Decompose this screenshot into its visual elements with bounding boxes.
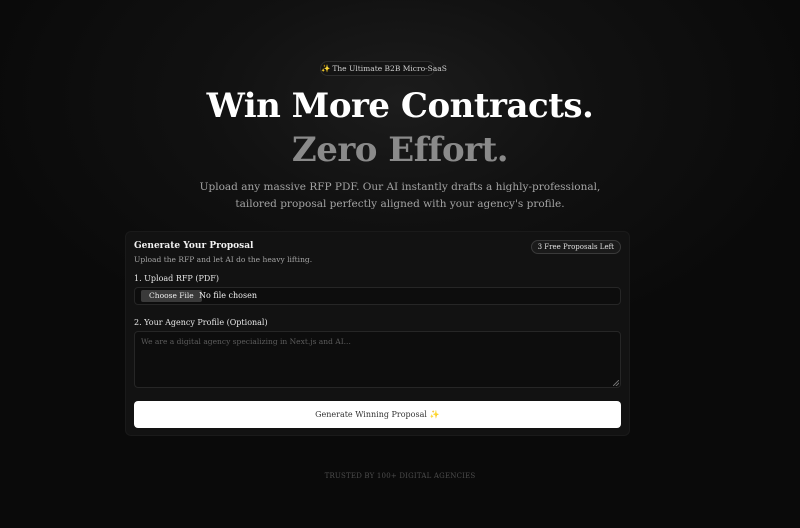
hero-title: Win More Contracts. [206,86,594,126]
card-title: Generate Your Proposal [134,241,254,251]
hero-description: Upload any massive RFP PDF. Our AI insta… [199,181,601,210]
agency-profile-label: 2. Your Agency Profile (Optional) [134,318,268,327]
proposal-card: Generate Your Proposal Upload the RFP an… [125,231,630,436]
card-description: Upload the RFP and let AI do the heavy l… [134,255,313,264]
generate-proposal-button[interactable]: Generate Winning Proposal ✨ [134,401,621,428]
free-proposals-badge: 3 Free Proposals Left [530,240,621,254]
generate-button-label: Generate Winning Proposal [315,410,427,419]
sparkles-icon: ✨ [429,410,440,419]
sparkles-icon: ✨ [321,64,331,73]
trusted-by-text: TRUSTED BY 100+ DIGITAL AGENCIES [324,472,476,480]
landing-page: ✨ The Ultimate B2B Micro-SaaS Win More Co… [0,0,800,528]
hero-subtitle: Zero Effort. [291,130,509,170]
agency-profile-textarea[interactable]: We are a digital agency specializing in … [134,331,621,388]
resize-handle-icon[interactable] [613,380,619,386]
hero-badge: ✨ The Ultimate B2B Micro-SaaS [320,61,447,76]
choose-file-button[interactable]: Choose File [141,290,202,302]
badge-text: The Ultimate B2B Micro-SaaS [332,64,447,73]
file-status-text: No file chosen [199,291,257,300]
agency-profile-placeholder: We are a digital agency specializing in … [141,337,351,346]
rfp-file-input[interactable]: Choose File No file chosen [134,287,621,305]
rfp-upload-label: 1. Upload RFP (PDF) [134,274,219,283]
